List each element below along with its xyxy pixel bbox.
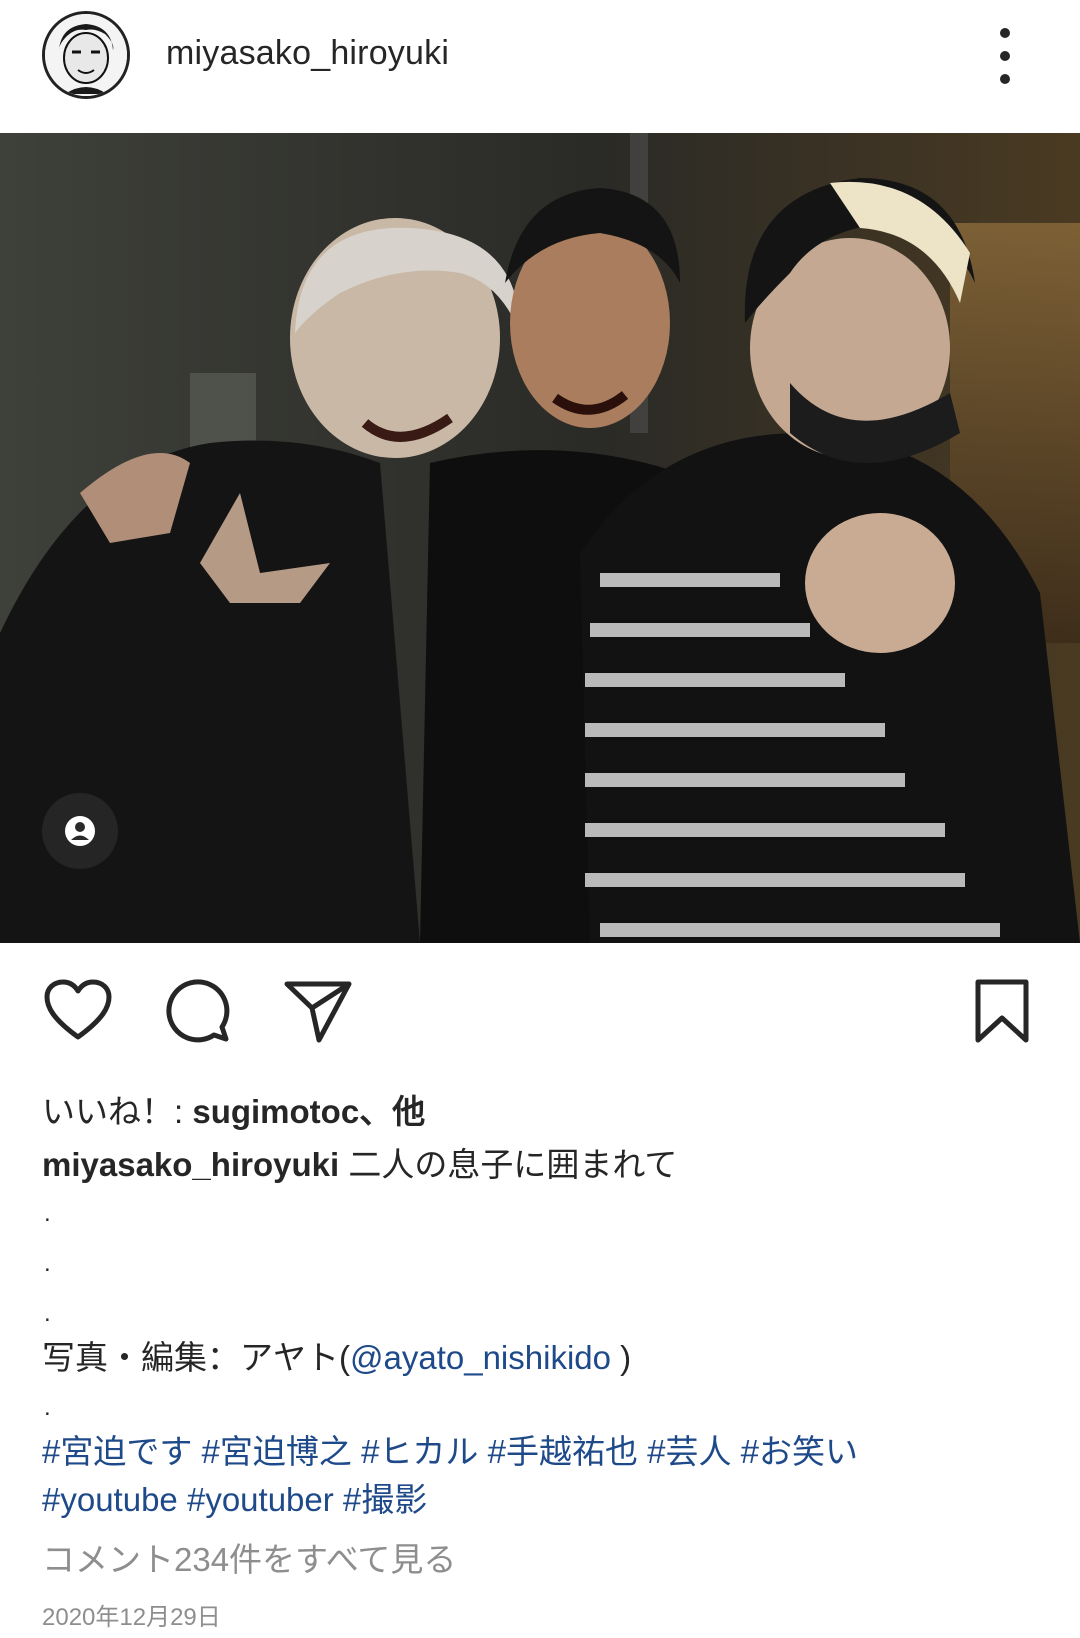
post-username[interactable]: miyasako_hiroyuki <box>166 34 449 73</box>
post-header: miyasako_hiroyuki <box>0 0 1080 133</box>
caption-dot-3: . <box>44 1300 51 1327</box>
caption-text: 二人の息子に囲まれて <box>339 1146 678 1183</box>
avatar-illustration <box>45 14 127 96</box>
send-icon[interactable] <box>282 975 354 1047</box>
hashtags-line-1: #宮迫です #宮迫博之 #ヒカル #手越祐也 #芸人 #お笑い <box>42 1432 858 1472</box>
credit-suffix: ) <box>611 1339 632 1376</box>
action-bar <box>0 975 1080 1065</box>
hashtag[interactable]: #宮迫博之 <box>202 1433 352 1470</box>
likes-others[interactable]: 、他 <box>359 1093 425 1130</box>
caption-author[interactable]: miyasako_hiroyuki <box>42 1146 339 1183</box>
credit-line: 写真・編集：アヤト(@ayato_nishikido ) <box>42 1338 631 1378</box>
credit-prefix: 写真・編集：アヤト( <box>42 1339 350 1376</box>
liked-by-user[interactable]: sugimotoc <box>192 1093 359 1130</box>
caption-dot-4: . <box>44 1394 51 1421</box>
caption-dot-2: . <box>44 1250 51 1277</box>
bookmark-icon[interactable] <box>966 975 1038 1047</box>
profile-avatar[interactable] <box>42 11 130 99</box>
more-vertical-icon[interactable] <box>990 28 1020 84</box>
hashtag[interactable]: #ヒカル <box>361 1433 478 1470</box>
likes-line: いいね！: sugimotoc、他 <box>42 1092 425 1132</box>
credit-mention[interactable]: @ayato_nishikido <box>350 1339 611 1376</box>
photo-illustration <box>0 133 1080 943</box>
likes-prefix: いいね！: <box>42 1093 193 1130</box>
user-tag-glyph <box>65 816 95 846</box>
post-date: 2020年12月29日 <box>42 1604 221 1631</box>
post-photo[interactable] <box>0 133 1080 943</box>
hashtag[interactable]: #芸人 <box>647 1433 731 1470</box>
heart-icon[interactable] <box>42 975 114 1047</box>
hashtag[interactable]: #youtuber <box>187 1481 334 1518</box>
hashtag[interactable]: #youtube <box>42 1481 178 1518</box>
hashtag[interactable]: #手越祐也 <box>488 1433 638 1470</box>
user-tag-icon[interactable] <box>42 793 118 869</box>
caption-line: miyasako_hiroyuki 二人の息子に囲まれて <box>42 1145 677 1185</box>
hashtag[interactable]: #宮迫です <box>42 1433 192 1470</box>
hashtags-line-2: #youtube #youtuber #撮影 <box>42 1480 427 1520</box>
hashtag[interactable]: #お笑い <box>741 1433 858 1470</box>
hashtag[interactable]: #撮影 <box>343 1481 427 1518</box>
view-all-comments-link[interactable]: コメント234件をすべて見る <box>42 1540 456 1580</box>
caption-dot-1: . <box>44 1200 51 1227</box>
comment-icon[interactable] <box>162 975 234 1047</box>
